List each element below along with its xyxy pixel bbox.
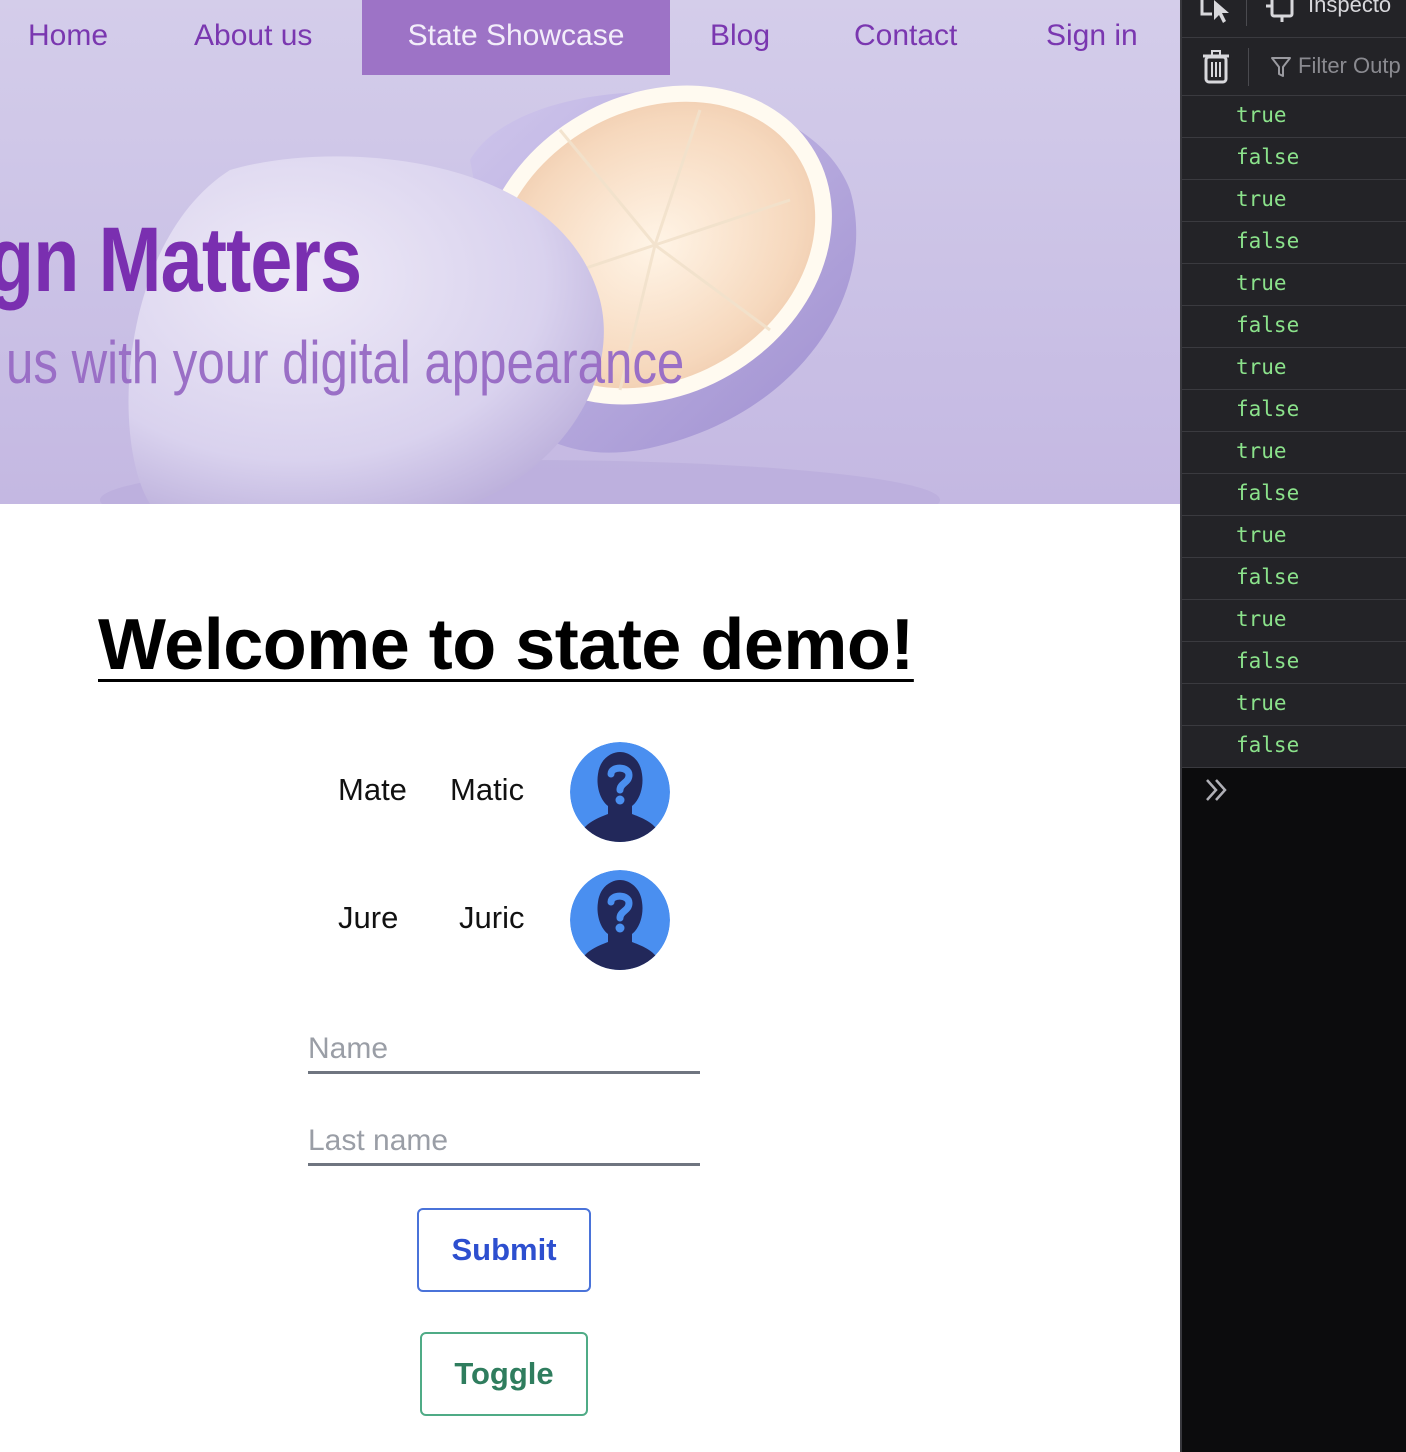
console-message: true bbox=[1182, 600, 1406, 642]
hero-banner: Home About us State Showcase Blog Contac… bbox=[0, 0, 1180, 504]
person-last-name: Juric bbox=[459, 900, 525, 935]
console-message: true bbox=[1182, 432, 1406, 474]
console-value: false bbox=[1236, 733, 1300, 757]
console-value: false bbox=[1236, 145, 1300, 169]
tab-inspector[interactable]: Inspecto bbox=[1308, 0, 1391, 18]
devtools-panel: Inspecto true false true false true fals… bbox=[1180, 0, 1406, 1452]
console-message: true bbox=[1182, 264, 1406, 306]
submit-button[interactable]: Submit bbox=[417, 1208, 591, 1292]
nav-sign-in[interactable]: Sign in bbox=[1046, 0, 1138, 75]
top-navigation: Home About us State Showcase Blog Contac… bbox=[0, 0, 1180, 75]
console-message: true bbox=[1182, 516, 1406, 558]
console-value: false bbox=[1236, 481, 1300, 505]
console-message: true bbox=[1182, 348, 1406, 390]
web-page: Home About us State Showcase Blog Contac… bbox=[0, 0, 1180, 1452]
console-value: true bbox=[1236, 355, 1287, 379]
console-value: true bbox=[1236, 439, 1287, 463]
console-prompt-icon[interactable] bbox=[1204, 776, 1230, 804]
nav-about-us[interactable]: About us bbox=[194, 0, 312, 75]
console-value: true bbox=[1236, 691, 1287, 715]
console-message: false bbox=[1182, 642, 1406, 684]
filter-icon bbox=[1271, 57, 1291, 77]
console-message: false bbox=[1182, 390, 1406, 432]
page-title: Welcome to state demo! bbox=[98, 605, 914, 685]
console-message: false bbox=[1182, 558, 1406, 600]
responsive-design-icon[interactable] bbox=[1266, 0, 1298, 24]
console-message: false bbox=[1182, 474, 1406, 516]
console-output: true false true false true false true fa… bbox=[1182, 96, 1406, 768]
console-message: true bbox=[1182, 96, 1406, 138]
person-row: Mate Matic bbox=[300, 742, 680, 842]
person-last-name: Matic bbox=[450, 772, 525, 807]
person-first-name: Mate bbox=[338, 772, 407, 807]
console-value: false bbox=[1236, 565, 1300, 589]
console-value: true bbox=[1236, 187, 1287, 211]
hero-subtitle: us with your digital appearance bbox=[6, 329, 685, 396]
console-message: false bbox=[1182, 138, 1406, 180]
console-filter-input[interactable] bbox=[1298, 53, 1406, 79]
person-first-name: Jure bbox=[338, 900, 399, 935]
trash-icon[interactable] bbox=[1202, 50, 1230, 84]
hero-title: gn Matters bbox=[0, 209, 362, 311]
console-message: false bbox=[1182, 222, 1406, 264]
element-picker-icon[interactable] bbox=[1198, 0, 1234, 24]
console-message: true bbox=[1182, 684, 1406, 726]
console-message: false bbox=[1182, 726, 1406, 768]
console-value: false bbox=[1236, 313, 1300, 337]
unknown-user-icon bbox=[570, 870, 670, 970]
console-value: true bbox=[1236, 523, 1287, 547]
unknown-user-icon bbox=[570, 742, 670, 842]
nav-blog[interactable]: Blog bbox=[710, 0, 770, 75]
devtools-toolbar: Inspecto bbox=[1182, 0, 1406, 38]
console-message: false bbox=[1182, 306, 1406, 348]
console-value: false bbox=[1236, 649, 1300, 673]
first-name-input[interactable] bbox=[308, 1026, 700, 1074]
last-name-input[interactable] bbox=[308, 1118, 700, 1166]
console-value: false bbox=[1236, 397, 1300, 421]
nav-home[interactable]: Home bbox=[28, 0, 108, 75]
person-row: Jure Juric bbox=[300, 870, 680, 970]
console-value: true bbox=[1236, 607, 1287, 631]
console-value: true bbox=[1236, 103, 1287, 127]
nav-contact[interactable]: Contact bbox=[854, 0, 957, 75]
console-filter-bar bbox=[1182, 38, 1406, 96]
console-message: true bbox=[1182, 180, 1406, 222]
nav-state-showcase[interactable]: State Showcase bbox=[362, 0, 670, 75]
console-value: true bbox=[1236, 271, 1287, 295]
toggle-button[interactable]: Toggle bbox=[420, 1332, 588, 1416]
console-value: false bbox=[1236, 229, 1300, 253]
